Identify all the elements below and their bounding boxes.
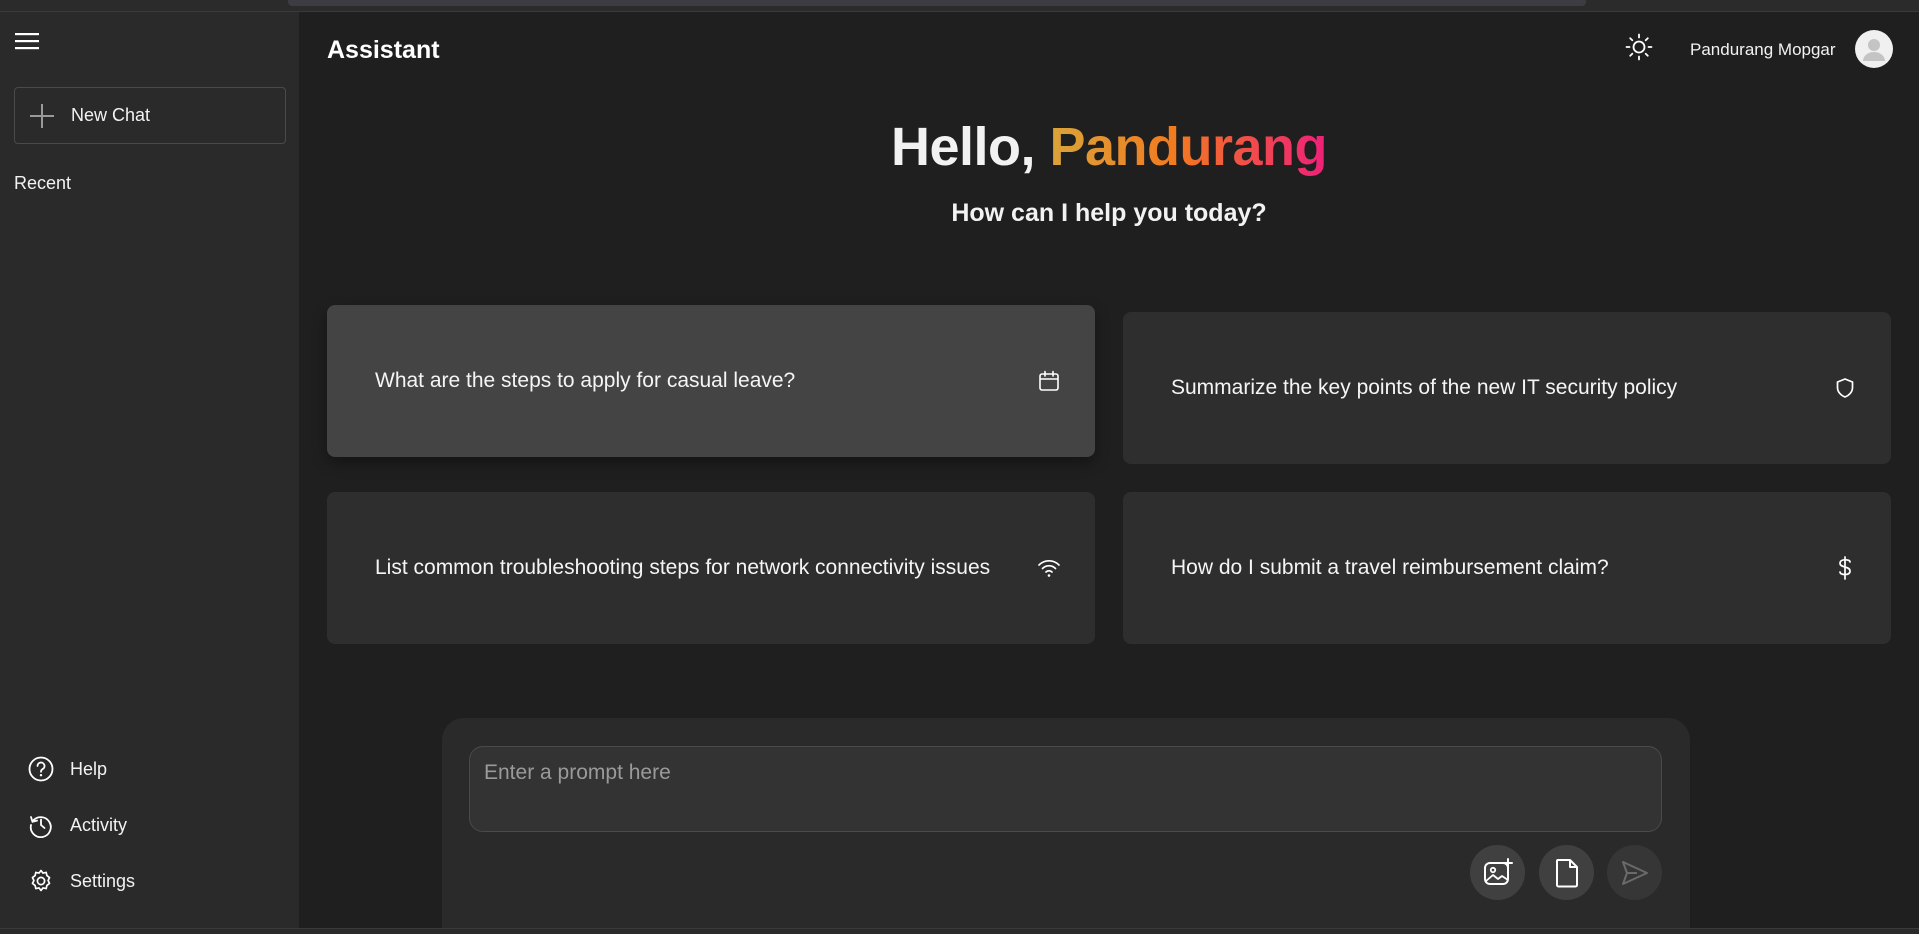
shield-icon <box>1831 374 1859 402</box>
theme-toggle-button[interactable] <box>1622 30 1656 64</box>
greeting-subtitle: How can I help you today? <box>951 199 1267 227</box>
send-icon <box>1621 860 1648 885</box>
calendar-icon <box>1035 367 1063 395</box>
greeting: Hello, Pandurang <box>299 116 1919 178</box>
history-icon <box>26 810 56 840</box>
suggestion-card-network[interactable]: List common troubleshooting steps for ne… <box>327 492 1095 644</box>
suggestion-card-it-security[interactable]: Summarize the key points of the new IT s… <box>1123 312 1891 464</box>
sidebar: New Chat Recent Help Activity Settings <box>0 12 299 928</box>
help-circle-icon <box>26 754 56 784</box>
wifi-icon <box>1035 554 1063 582</box>
gear-icon <box>26 866 56 896</box>
plus-icon <box>27 101 57 131</box>
suggestion-text: Summarize the key points of the new IT s… <box>1171 376 1678 399</box>
user-name: Pandurang Mopgar <box>1690 40 1836 59</box>
sidebar-item-label: Settings <box>70 870 136 891</box>
user-avatar-icon <box>1863 39 1885 61</box>
suggestion-card-travel-reimbursement[interactable]: How do I submit a travel reimbursement c… <box>1123 492 1891 644</box>
new-chat-label: New Chat <box>71 105 151 125</box>
recent-heading: Recent <box>14 173 72 193</box>
suggestion-text: List common troubleshooting steps for ne… <box>375 556 991 579</box>
sidebar-item-label: Help <box>70 758 108 779</box>
sidebar-item-activity[interactable]: Activity <box>26 808 127 842</box>
suggestion-text: How do I submit a travel reimbursement c… <box>1171 556 1609 579</box>
window-bottom-strip <box>0 928 1919 934</box>
suggestion-card-casual-leave[interactable]: What are the steps to apply for casual l… <box>327 305 1095 457</box>
prompt-input[interactable] <box>469 746 1662 832</box>
app-title: Assistant <box>327 36 440 64</box>
image-upload-icon <box>1483 857 1513 885</box>
document-icon <box>1555 858 1578 887</box>
greeting-user-name: Pandurang <box>1049 117 1328 177</box>
horizontal-scrollbar[interactable] <box>288 0 1586 6</box>
attach-file-button[interactable] <box>1539 845 1594 900</box>
avatar[interactable] <box>1855 30 1893 68</box>
dollar-icon <box>1831 554 1859 582</box>
menu-button[interactable] <box>14 28 40 54</box>
sun-icon <box>1625 33 1653 61</box>
window-top-strip <box>0 0 1919 12</box>
sidebar-item-settings[interactable]: Settings <box>26 864 135 898</box>
upload-image-button[interactable] <box>1470 845 1525 900</box>
suggestion-text: What are the steps to apply for casual l… <box>375 369 796 392</box>
hamburger-menu-icon <box>15 33 39 50</box>
greeting-hello: Hello, <box>890 117 1050 177</box>
new-chat-button[interactable]: New Chat <box>14 87 286 144</box>
send-button[interactable] <box>1607 845 1662 900</box>
sidebar-item-label: Activity <box>70 814 128 835</box>
sidebar-item-help[interactable]: Help <box>26 752 107 786</box>
